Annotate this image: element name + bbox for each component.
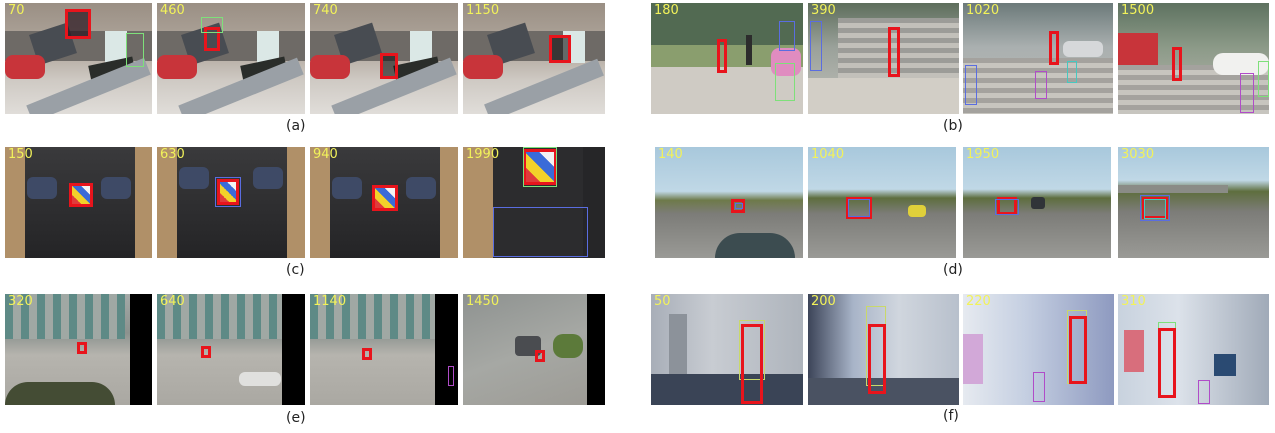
frame-e-1450: 1450 [463, 294, 605, 405]
frame-a-1150: 1150 [463, 3, 605, 114]
frame-f-310: 310 [1118, 294, 1269, 405]
frame-b-1020: 1020 [963, 3, 1113, 114]
caption: (b) [943, 118, 963, 134]
frame-number: 1990 [466, 147, 500, 162]
frame-number: 180 [654, 3, 679, 18]
frame-d-3030: 3030 [1118, 147, 1269, 258]
frame-number: 740 [313, 3, 338, 18]
frame-number: 1020 [966, 3, 1000, 18]
frame-number: 3030 [1121, 147, 1155, 162]
frame-number: 390 [811, 3, 836, 18]
frame-number: 310 [1121, 294, 1146, 309]
frame-number: 1150 [466, 3, 500, 18]
caption: (c) [286, 262, 305, 278]
frame-b-1500: 1500 [1118, 3, 1269, 114]
frame-number: 150 [8, 147, 33, 162]
frame-number: 220 [966, 294, 991, 309]
frame-number: 1950 [966, 147, 1000, 162]
frame-e-320: 320 [5, 294, 152, 405]
frame-a-460: 460 [157, 3, 305, 114]
frame-d-1950: 1950 [963, 147, 1111, 258]
frame-a-740: 740 [310, 3, 458, 114]
caption: (f) [943, 408, 959, 424]
frame-number: 940 [313, 147, 338, 162]
frame-e-1140: 1140 [310, 294, 458, 405]
frame-e-640: 640 [157, 294, 305, 405]
frame-number: 50 [654, 294, 671, 309]
frame-number: 320 [8, 294, 33, 309]
frame-c-150: 150 [5, 147, 152, 258]
frame-number: 1140 [313, 294, 347, 309]
caption: (d) [943, 262, 963, 278]
frame-number: 1500 [1121, 3, 1155, 18]
frame-c-940: 940 [310, 147, 458, 258]
frame-number: 630 [160, 147, 185, 162]
frame-f-200: 200 [808, 294, 959, 405]
frame-number: 1450 [466, 294, 500, 309]
frame-d-140: 140 [655, 147, 803, 258]
frame-b-390: 390 [808, 3, 959, 114]
frame-number: 200 [811, 294, 836, 309]
frame-f-220: 220 [963, 294, 1114, 405]
frame-a-70: 70 [5, 3, 152, 114]
frame-number: 460 [160, 3, 185, 18]
frame-d-1040: 1040 [808, 147, 956, 258]
caption: (a) [286, 118, 306, 134]
tracker-box [65, 9, 91, 39]
caption: (e) [286, 410, 306, 426]
frame-number: 640 [160, 294, 185, 309]
frame-b-180: 180 [651, 3, 803, 114]
frame-c-1990: 1990 [463, 147, 605, 258]
frame-number: 70 [8, 3, 25, 18]
frame-number: 140 [658, 147, 683, 162]
frame-f-50: 50 [651, 294, 803, 405]
frame-number: 1040 [811, 147, 845, 162]
frame-c-630: 630 [157, 147, 305, 258]
